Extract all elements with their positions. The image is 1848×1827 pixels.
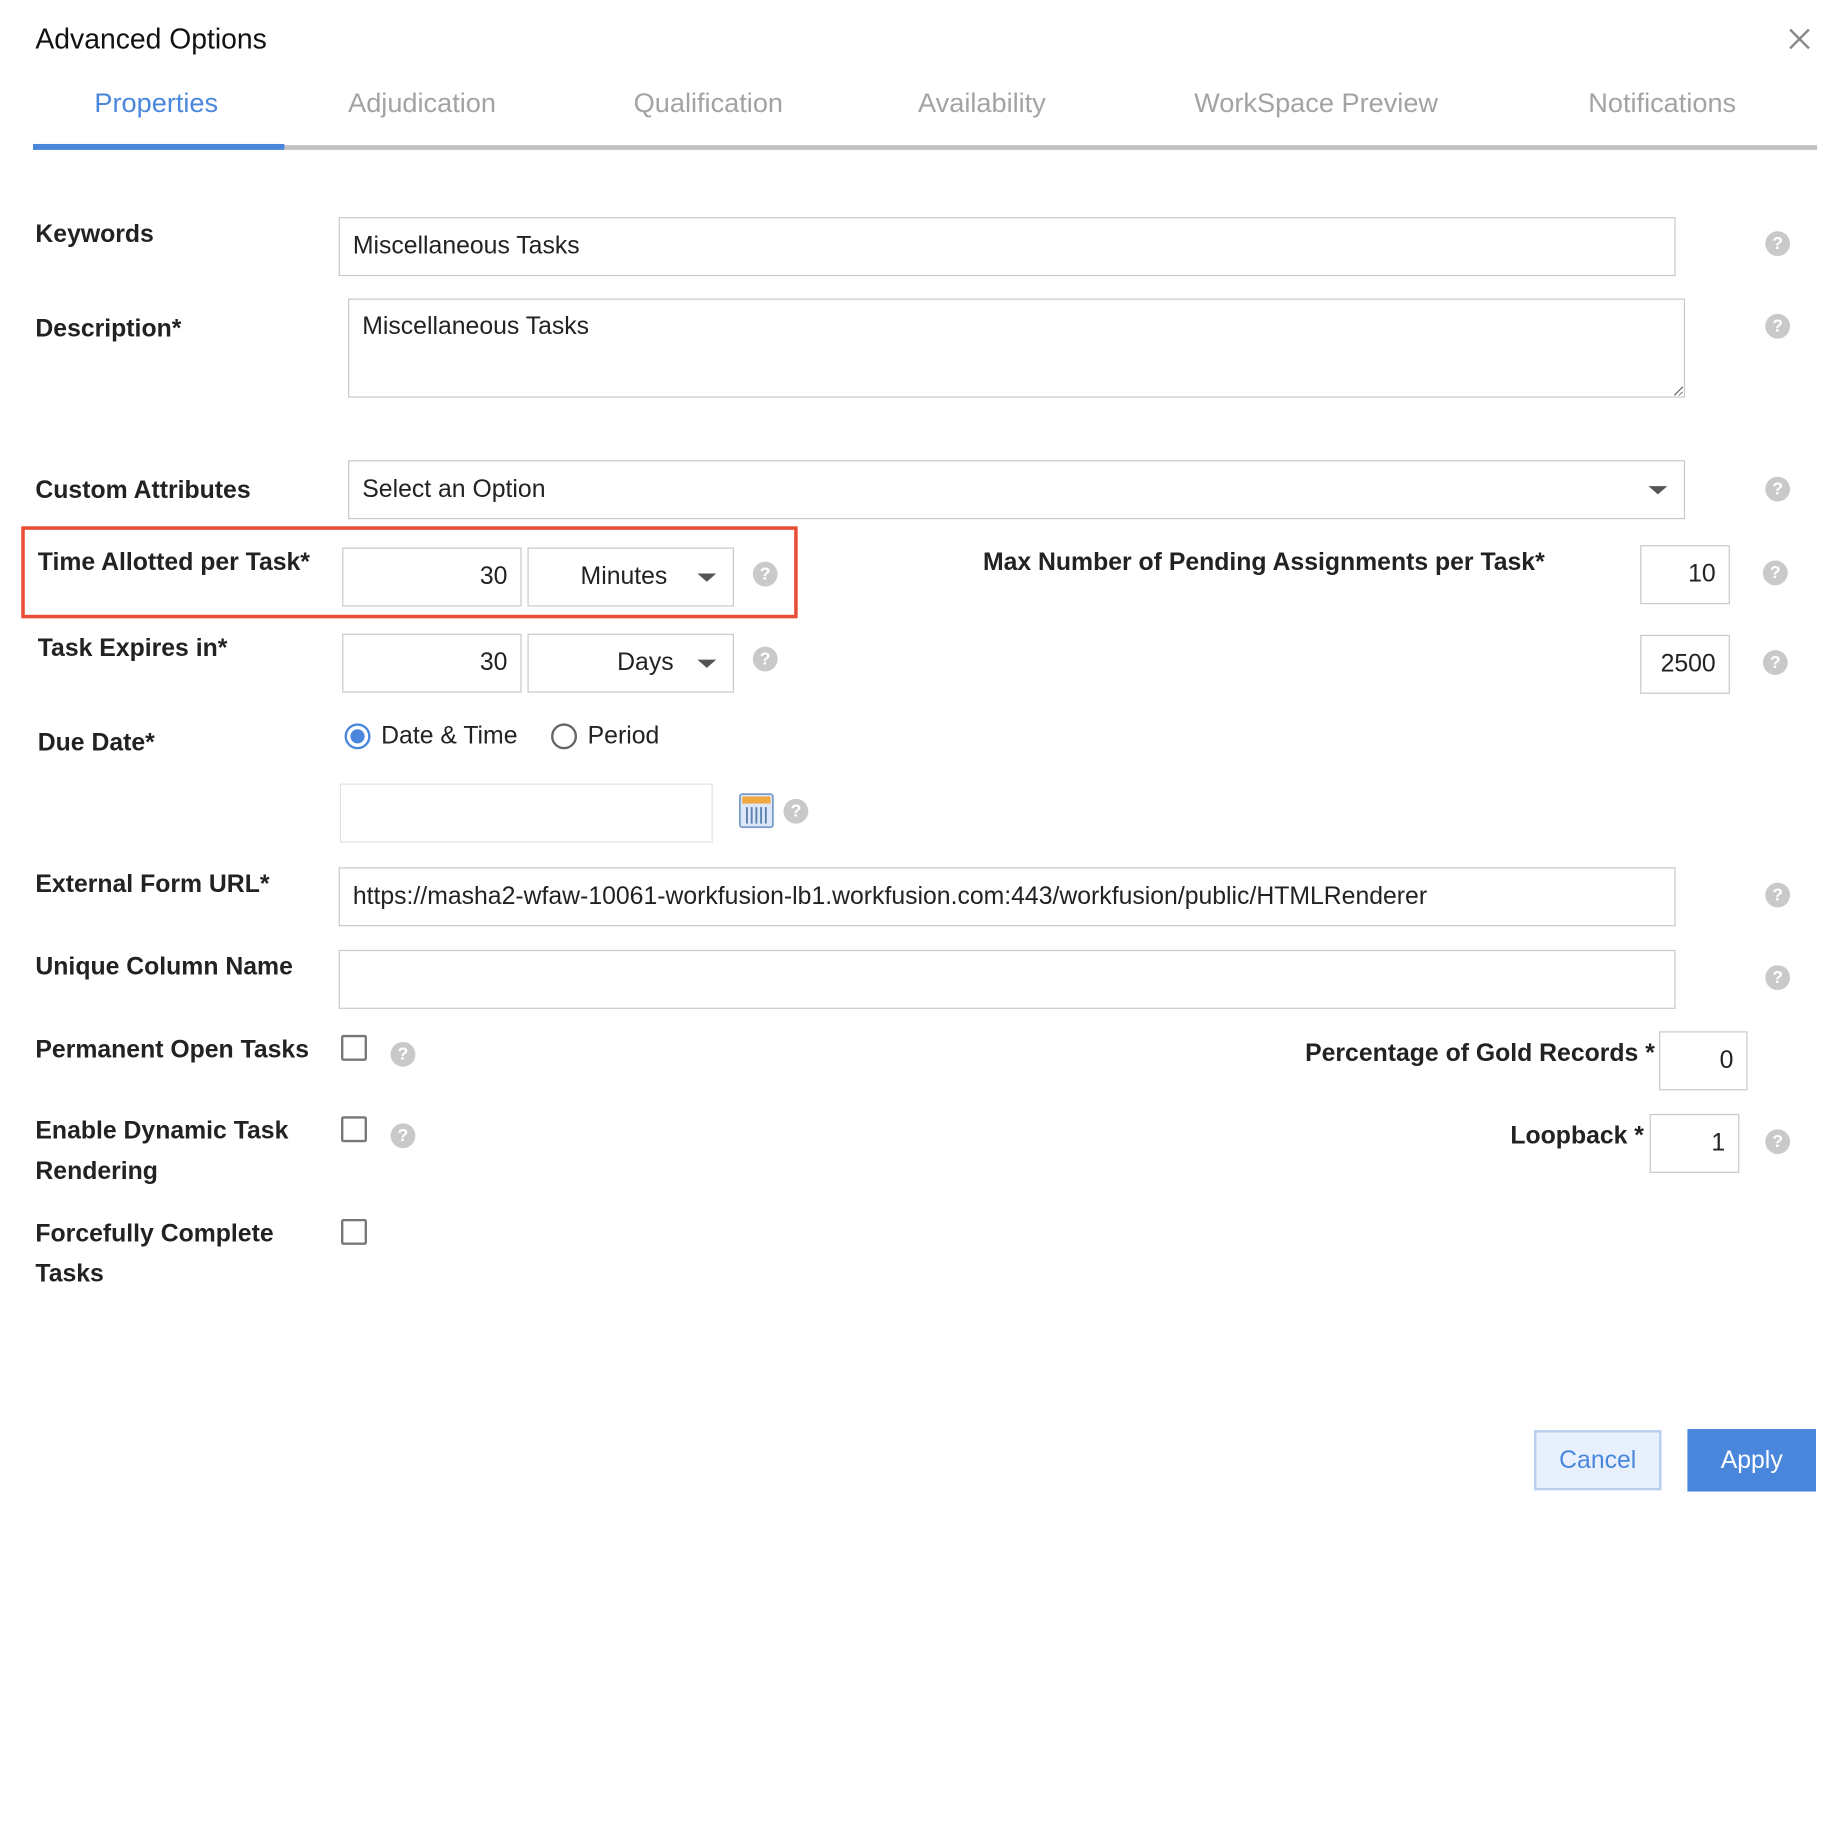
radio-period-label: Period	[587, 722, 660, 750]
help-icon[interactable]: ?	[1765, 476, 1791, 502]
due-date-input[interactable]	[339, 783, 713, 843]
help-icon[interactable]: ?	[752, 646, 778, 672]
help-icon[interactable]: ?	[1762, 650, 1788, 675]
help-icon[interactable]: ?	[783, 798, 809, 824]
task-expires-input[interactable]	[342, 633, 522, 693]
radio-period[interactable]	[551, 723, 578, 750]
close-icon	[1789, 28, 1810, 50]
keywords-label: Keywords	[35, 220, 154, 248]
unique-column-name-input[interactable]	[338, 949, 1676, 1009]
tabs-divider	[33, 145, 1818, 150]
help-icon[interactable]: ?	[390, 1123, 416, 1149]
custom-attributes-value: Select an Option	[362, 475, 546, 503]
help-icon[interactable]: ?	[1765, 231, 1791, 257]
active-tab-indicator	[33, 143, 285, 150]
radio-datetime-label: Date & Time	[381, 722, 518, 750]
custom-attributes-select[interactable]: Select an Option	[348, 460, 1686, 520]
time-allotted-unit-select[interactable]: Minutes	[527, 547, 734, 607]
tab-availability[interactable]: Availability	[918, 87, 1046, 119]
unique-column-name-label: Unique Column Name	[35, 953, 293, 981]
help-icon[interactable]: ?	[1765, 882, 1791, 908]
max-pending-label: Max Number of Pending Assignments per Ta…	[982, 548, 1545, 576]
tab-properties[interactable]: Properties	[94, 87, 218, 119]
close-button[interactable]	[1784, 24, 1815, 55]
gold-records-label: Percentage of Gold Records *	[1305, 1039, 1655, 1067]
due-date-option-datetime[interactable]: Date & Time	[344, 722, 518, 750]
page: Advanced Options Properties Adjudication…	[0, 0, 1848, 1548]
due-date-option-period[interactable]: Period	[551, 722, 659, 750]
chevron-down-icon	[1648, 485, 1668, 494]
keywords-input[interactable]	[338, 217, 1676, 277]
time-allotted-unit-value: Minutes	[580, 562, 668, 590]
help-icon[interactable]: ?	[390, 1041, 416, 1067]
expiry-count-input[interactable]	[1640, 634, 1730, 694]
permanent-open-tasks-label: Permanent Open Tasks	[35, 1036, 310, 1064]
dialog-title: Advanced Options	[35, 23, 267, 56]
task-expires-label: Task Expires in*	[37, 634, 228, 662]
external-form-url-label: External Form URL*	[35, 870, 270, 898]
tab-workspace-preview[interactable]: WorkSpace Preview	[1194, 87, 1438, 119]
forcefully-complete-checkbox[interactable]	[341, 1218, 367, 1245]
external-form-url-input[interactable]	[338, 867, 1676, 927]
max-pending-input[interactable]	[1640, 545, 1730, 605]
enable-dynamic-rendering-label: Enable Dynamic Task Rendering	[35, 1117, 289, 1185]
chevron-down-icon	[697, 572, 717, 582]
permanent-open-tasks-checkbox[interactable]	[341, 1034, 367, 1061]
calendar-button[interactable]	[738, 793, 774, 829]
help-icon[interactable]: ?	[1765, 1129, 1791, 1155]
due-date-label: Due Date*	[37, 729, 155, 757]
calendar-icon	[738, 793, 774, 829]
forcefully-complete-label: Forcefully Complete Tasks	[35, 1220, 274, 1288]
gold-records-input[interactable]	[1659, 1031, 1748, 1091]
help-icon[interactable]: ?	[1765, 313, 1791, 339]
loopback-input[interactable]	[1649, 1113, 1740, 1173]
time-allotted-input[interactable]	[342, 547, 522, 607]
loopback-label: Loopback *	[1510, 1122, 1644, 1150]
apply-button[interactable]: Apply	[1687, 1428, 1817, 1492]
task-expires-unit-value: Days	[617, 649, 674, 677]
cancel-button[interactable]: Cancel	[1533, 1430, 1662, 1491]
tab-notifications[interactable]: Notifications	[1588, 87, 1736, 119]
help-icon[interactable]: ?	[1762, 560, 1788, 586]
task-expires-unit-select[interactable]: Days	[527, 633, 734, 693]
advanced-options-dialog: Advanced Options Properties Adjudication…	[0, 0, 1848, 1827]
description-label: Description*	[35, 315, 182, 343]
time-allotted-label: Time Allotted per Task*	[37, 548, 310, 576]
help-icon[interactable]: ?	[1765, 965, 1791, 991]
custom-attributes-label: Custom Attributes	[35, 476, 251, 504]
chevron-down-icon	[697, 659, 717, 668]
radio-datetime[interactable]	[344, 723, 371, 750]
tab-adjudication[interactable]: Adjudication	[348, 87, 496, 119]
description-textarea[interactable]: Miscellaneous Tasks	[348, 298, 1686, 398]
tab-qualification[interactable]: Qualification	[634, 87, 783, 119]
help-icon[interactable]: ?	[752, 561, 778, 587]
enable-dynamic-rendering-checkbox[interactable]	[341, 1116, 367, 1143]
